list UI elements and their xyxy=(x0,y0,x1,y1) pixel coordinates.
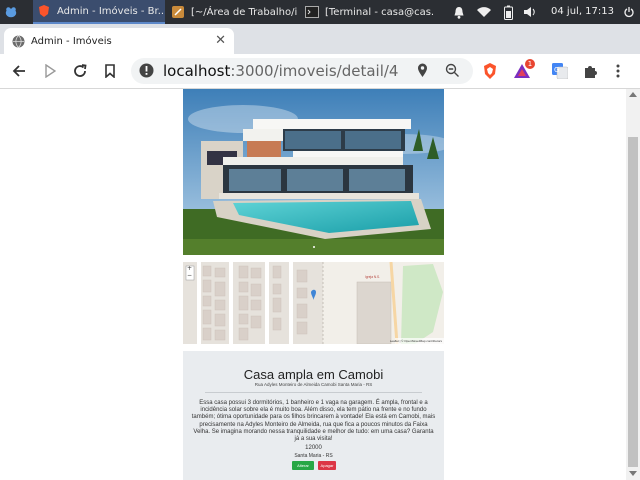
delete-button[interactable]: Apagar xyxy=(318,461,336,470)
taskbar-item-terminal[interactable]: [Terminal - casa@cas... xyxy=(301,0,435,24)
tab-close-icon[interactable]: ✕ xyxy=(215,33,226,48)
taskbar-item-label: [~/Área de Trabalho/i... xyxy=(191,6,297,18)
site-info-icon[interactable] xyxy=(139,63,154,78)
rewards-badge: 1 xyxy=(525,59,535,69)
brave-rewards-icon[interactable]: 1 xyxy=(513,59,535,80)
property-description: Essa casa possui 3 dormitórios, 1 banhei… xyxy=(191,400,436,443)
scrollbar-thumb[interactable] xyxy=(628,137,638,467)
taskbar-item-label: [Terminal - casa@cas... xyxy=(325,6,435,18)
page-scrollbar[interactable] xyxy=(626,89,640,480)
scroll-down-icon[interactable] xyxy=(629,471,637,476)
url-host: localhost xyxy=(163,62,231,80)
notification-bell-icon[interactable] xyxy=(451,0,467,24)
volume-icon[interactable] xyxy=(522,0,538,24)
edit-button[interactable]: Alterar xyxy=(292,461,314,470)
location-pin-icon[interactable] xyxy=(417,63,428,78)
google-translate-icon[interactable]: G xyxy=(551,62,569,80)
globe-icon xyxy=(12,34,25,48)
url-text[interactable]: localhost:3000/imoveis/detail/4 xyxy=(163,62,398,80)
xfce-mouse-icon xyxy=(4,5,18,19)
tab-title: Admin - Imóveis xyxy=(31,35,112,47)
bookmark-icon[interactable] xyxy=(100,61,120,81)
divider xyxy=(205,392,422,393)
property-address: Rua Adyles Monteiro de Almeida Camobi Sa… xyxy=(254,382,373,387)
app-menu-button[interactable] xyxy=(0,0,30,24)
terminal-icon xyxy=(305,5,319,19)
svg-text:G: G xyxy=(554,66,559,74)
wifi-icon[interactable] xyxy=(475,0,493,24)
zoom-out-icon[interactable] xyxy=(445,63,460,78)
browser-toolbar: localhost:3000/imoveis/detail/4 1 G xyxy=(0,54,640,89)
url-path: :3000/imoveis/detail/4 xyxy=(230,62,399,80)
map-zoom-out-button[interactable]: − xyxy=(187,273,192,279)
desktop-taskbar: Admin - Imóveis - Br... [~/Área de Traba… xyxy=(0,0,640,24)
forward-icon[interactable] xyxy=(40,61,60,81)
taskbar-item-browser[interactable]: Admin - Imóveis - Br... xyxy=(33,0,165,24)
location-map[interactable]: Igreja N.S. + − Leaflet | © OpenStreetMa… xyxy=(183,262,444,344)
property-title: Casa ampla em Camobi xyxy=(243,367,384,382)
map-place-label: Igreja N.S. xyxy=(365,275,380,279)
brave-browser-icon xyxy=(37,4,51,18)
scroll-up-icon[interactable] xyxy=(629,92,637,97)
brave-shields-icon[interactable] xyxy=(481,62,499,80)
power-icon[interactable] xyxy=(622,0,636,24)
back-icon[interactable] xyxy=(9,61,29,81)
reload-icon[interactable] xyxy=(70,61,90,81)
property-price: 12000 xyxy=(305,445,322,451)
system-clock[interactable]: 04 jul, 17:13 xyxy=(551,0,614,24)
browser-tab-strip: Admin - Imóveis ✕ + — ❐ ✕ xyxy=(0,24,640,72)
extensions-puzzle-icon[interactable] xyxy=(581,62,599,80)
battery-icon[interactable] xyxy=(501,0,515,24)
property-detail-card: Casa ampla em Camobi Rua Adyles Monteiro… xyxy=(183,351,444,480)
tab-admin-imoveis[interactable]: Admin - Imóveis ✕ xyxy=(4,28,234,54)
page-viewport: Igreja N.S. + − Leaflet | © OpenStreetMa… xyxy=(0,89,626,480)
text-editor-icon xyxy=(171,5,185,19)
taskbar-item-files[interactable]: [~/Área de Trabalho/i... xyxy=(167,0,297,24)
address-bar[interactable]: localhost:3000/imoveis/detail/4 xyxy=(131,58,473,84)
browser-menu-icon[interactable] xyxy=(609,62,627,80)
property-city: Santa Maria - RS xyxy=(294,453,333,459)
taskbar-item-label: Admin - Imóveis - Br... xyxy=(57,5,165,17)
map-attribution[interactable]: Leaflet | © OpenStreetMap contributors xyxy=(390,339,442,343)
property-photo xyxy=(183,89,444,255)
